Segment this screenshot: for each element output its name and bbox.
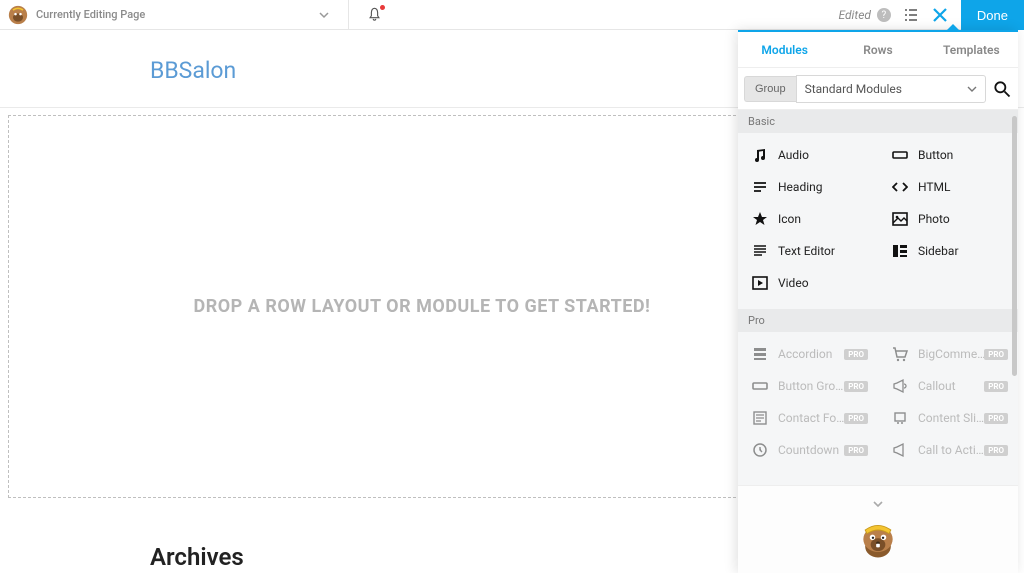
module-call-to-action[interactable]: Call to Acti…PRO <box>878 434 1018 466</box>
module-accordion[interactable]: Accordion PRO <box>738 338 878 370</box>
module-label: Icon <box>778 212 801 226</box>
section-pro-header: Pro <box>738 309 1018 332</box>
pro-module-grid: AccordionPRO BigComme…PRO Button Gro…PRO… <box>738 332 1018 476</box>
clock-icon <box>752 442 768 458</box>
footer-chevron-icon[interactable] <box>871 497 885 511</box>
notification-dot <box>380 5 385 10</box>
tab-modules[interactable]: Modules <box>738 32 831 67</box>
page-title[interactable]: BBSalon <box>150 57 236 84</box>
pro-badge: PRO <box>844 413 868 424</box>
module-button-group[interactable]: Button Gro…PRO <box>738 370 878 402</box>
module-label: Call to Acti… <box>918 443 984 457</box>
panel-body: Basic Audio Button Heading HTML Icon Pho… <box>738 110 1018 485</box>
video-icon <box>752 275 768 291</box>
module-countdown[interactable]: Countdown PRO <box>738 434 878 466</box>
module-content-slider[interactable]: Content Sli…PRO <box>878 402 1018 434</box>
page-dropdown-chevron-icon[interactable] <box>318 9 330 21</box>
text-icon <box>752 243 768 259</box>
form-icon <box>752 410 768 426</box>
editor-stage: BBSalon DROP A ROW LAYOUT OR MODULE TO G… <box>0 30 1024 573</box>
code-icon <box>892 179 908 195</box>
star-icon <box>752 211 768 227</box>
module-label: HTML <box>918 180 951 194</box>
module-text-editor[interactable]: Text Editor <box>738 235 878 267</box>
module-icon[interactable]: Icon <box>738 203 878 235</box>
module-label: Button <box>918 148 953 162</box>
pro-badge: PRO <box>984 381 1008 392</box>
module-label: Content Sli… <box>918 411 984 425</box>
close-panel-icon[interactable] <box>931 6 949 24</box>
photo-icon <box>892 211 908 227</box>
module-label: Video <box>778 276 809 290</box>
pro-badge: PRO <box>844 445 868 456</box>
slider-icon <box>892 410 908 426</box>
module-label: Countdown <box>778 443 839 457</box>
music-icon <box>752 147 768 163</box>
module-audio[interactable]: Audio <box>738 139 878 171</box>
button-icon <box>752 378 768 394</box>
module-html[interactable]: HTML <box>878 171 1018 203</box>
module-heading[interactable]: Heading <box>738 171 878 203</box>
pro-badge: PRO <box>844 381 868 392</box>
basic-module-grid: Audio Button Heading HTML Icon Photo Tex… <box>738 133 1018 309</box>
panel-filter-row: Group Standard Modules <box>738 68 1018 110</box>
pro-badge: PRO <box>844 349 868 360</box>
module-bigcommerce[interactable]: BigComme…PRO <box>878 338 1018 370</box>
module-label: Text Editor <box>778 244 835 258</box>
module-video[interactable]: Video <box>738 267 878 299</box>
edited-status: Edited <box>838 8 870 22</box>
help-icon[interactable]: ? <box>877 8 891 22</box>
pro-badge: PRO <box>984 413 1008 424</box>
module-group-select[interactable]: Standard Modules <box>796 75 986 103</box>
topbar-right: Edited ? Done <box>838 0 1024 30</box>
notifications-bell-icon[interactable] <box>367 7 382 22</box>
button-icon <box>892 147 908 163</box>
tab-templates[interactable]: Templates <box>925 32 1018 67</box>
archives-heading: Archives <box>150 543 244 571</box>
module-label: Accordion <box>778 347 832 361</box>
sidebar-icon <box>892 243 908 259</box>
drop-zone-hint: DROP A ROW LAYOUT OR MODULE TO GET START… <box>194 296 651 317</box>
chevron-down-icon <box>967 84 977 94</box>
module-button[interactable]: Button <box>878 139 1018 171</box>
section-basic-header: Basic <box>738 110 1018 133</box>
done-button[interactable]: Done <box>961 0 1024 30</box>
group-filter-button[interactable]: Group <box>744 76 796 102</box>
module-label: Contact Fo… <box>778 411 844 425</box>
pro-badge: PRO <box>984 349 1008 360</box>
module-label: Photo <box>918 212 950 226</box>
heading-icon <box>752 179 768 195</box>
module-label: BigComme… <box>918 347 985 361</box>
module-label: Sidebar <box>918 244 959 258</box>
panel-tabs: Modules Rows Templates <box>738 32 1018 68</box>
pro-badge: PRO <box>984 445 1008 456</box>
cart-icon <box>892 346 908 362</box>
tab-rows[interactable]: Rows <box>831 32 924 67</box>
modules-panel: Modules Rows Templates Group Standard Mo… <box>738 30 1018 573</box>
module-callout[interactable]: Callout PRO <box>878 370 1018 402</box>
search-icon[interactable] <box>992 79 1012 99</box>
beaver-logo-small-icon <box>8 5 28 25</box>
module-photo[interactable]: Photo <box>878 203 1018 235</box>
module-label: Button Gro… <box>778 379 843 393</box>
megaphone-icon <box>892 442 908 458</box>
beaver-logo-icon <box>856 519 900 563</box>
module-label: Heading <box>778 180 823 194</box>
divider <box>348 0 349 30</box>
module-sidebar[interactable]: Sidebar <box>878 235 1018 267</box>
top-toolbar: Currently Editing Page Edited ? Done <box>0 0 1024 30</box>
megaphone-icon <box>892 378 908 394</box>
module-label: Callout <box>918 379 956 393</box>
outline-icon[interactable] <box>903 7 919 23</box>
editing-page-label: Currently Editing Page <box>36 8 145 21</box>
module-label: Audio <box>778 148 809 162</box>
panel-footer <box>738 485 1018 573</box>
topbar-left: Currently Editing Page <box>8 0 382 30</box>
module-contact-form[interactable]: Contact Fo…PRO <box>738 402 878 434</box>
accordion-icon <box>752 346 768 362</box>
module-select-value: Standard Modules <box>805 82 902 96</box>
